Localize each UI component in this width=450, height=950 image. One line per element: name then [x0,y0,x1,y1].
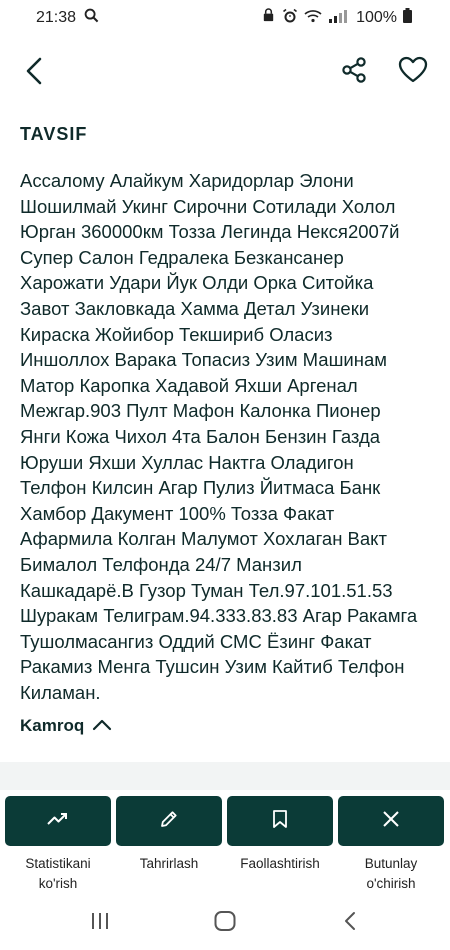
back-arrow-icon[interactable] [22,56,48,91]
home-icon[interactable] [213,910,237,937]
recent-apps-icon[interactable] [89,910,111,937]
status-left: 21:38 [36,8,99,28]
statistics-label: Statistikani ko'rish [25,856,91,891]
section-divider [0,762,450,790]
description-text: Ассалому Алайкум Харидорлар Элони Шошилм… [20,170,418,703]
close-icon [381,809,401,834]
alarm-icon [282,8,298,29]
statistics-button[interactable] [5,796,111,846]
status-bar: 21:38 100% [0,0,450,36]
pencil-icon [159,809,179,834]
activate-button[interactable] [227,796,333,846]
heart-icon[interactable] [398,56,428,89]
activate-label: Faollashtirish [240,856,320,871]
nav-back-icon[interactable] [342,910,358,937]
search-icon [84,8,99,28]
bookmark-icon [272,809,288,834]
status-right: 100% [261,8,412,29]
delete-action: Butunlay o'chirish [338,796,444,894]
show-less-toggle[interactable]: Kamroq [20,716,112,736]
trending-up-icon [46,811,70,832]
battery-icon [403,8,412,28]
section-title: TAVSIF [20,124,88,144]
system-nav-bar [0,900,450,950]
wifi-icon [304,9,322,28]
edit-action: Tahrirlash [116,796,222,874]
action-bar: Statistikani ko'rish Tahrirlash Faollash… [0,796,450,896]
chevron-up-icon [92,716,112,736]
status-time: 21:38 [36,9,77,26]
share-icon[interactable] [340,56,368,89]
show-less-label: Kamroq [20,716,85,735]
activate-action: Faollashtirish [227,796,333,874]
edit-label: Tahrirlash [139,856,199,871]
statistics-action: Statistikani ko'rish [5,796,111,894]
top-app-bar [0,44,450,100]
delete-label: Butunlay o'chirish [364,856,418,891]
edit-button[interactable] [116,796,222,846]
signal-icon [328,9,350,28]
delete-button[interactable] [338,796,444,846]
alarm-lock-icon [261,8,276,28]
battery-percent: 100% [356,9,397,26]
